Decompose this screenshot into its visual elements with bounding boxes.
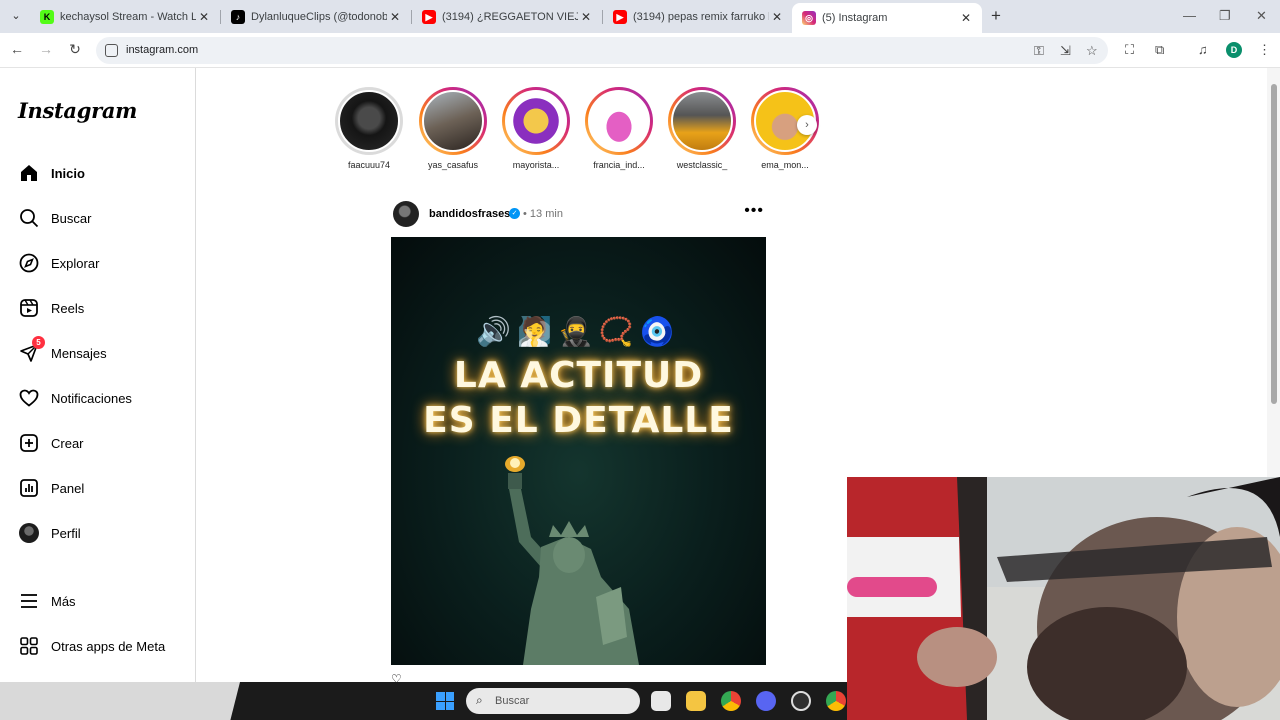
bookmark-star-icon[interactable]: ☆	[1086, 43, 1098, 59]
profile-avatar-icon	[18, 522, 40, 544]
chrome-profile-icon[interactable]	[826, 691, 846, 711]
story-item[interactable]: westclassic_	[667, 87, 737, 170]
post-header: bandidosfrases ✓ • 13 min •••	[393, 200, 766, 228]
tab-close-icon[interactable]: ✕	[387, 10, 403, 24]
search-icon: ⌕	[476, 693, 483, 707]
browser-toolbar: ← → ↻ instagram.com ⚿ ⇲ ☆ ⛶ ⧉ ♫ D ⋮	[0, 33, 1280, 68]
kick-icon: K	[40, 9, 54, 24]
statue-of-liberty-illustration	[505, 456, 639, 665]
url-text[interactable]: instagram.com	[126, 44, 198, 56]
nav-item-mensajes[interactable]: 5 Mensajes	[18, 336, 107, 365]
nav-item-inicio[interactable]: Inicio	[18, 161, 85, 185]
taskbar-search-box[interactable]: ⌕ Buscar	[466, 688, 640, 714]
meta-apps-icon	[18, 635, 40, 657]
messages-icon: 5	[18, 336, 45, 364]
browser-tab-kick[interactable]: K kechaysol Stream - Watch Live ✕	[30, 0, 220, 33]
obs-icon[interactable]	[791, 691, 811, 711]
forward-icon[interactable]: →	[37, 41, 55, 57]
nav-item-otras-apps-meta[interactable]: Otras apps de Meta	[18, 634, 165, 658]
post-options-icon[interactable]: •••	[744, 202, 764, 220]
file-explorer-icon[interactable]	[686, 691, 706, 711]
extensions-icon[interactable]: ⧉	[1155, 42, 1164, 58]
stories-next-chevron-icon[interactable]: ›	[797, 115, 817, 135]
story-item[interactable]: yas_casafus	[418, 87, 488, 170]
address-bar[interactable]: instagram.com ⚿ ⇲ ☆	[96, 37, 1108, 64]
story-item[interactable]: faacuuu74	[334, 87, 404, 170]
new-tab-button[interactable]: +	[986, 6, 1006, 26]
nav-item-buscar[interactable]: Buscar	[18, 206, 91, 230]
story-avatar	[588, 90, 650, 152]
nav-item-perfil[interactable]: Perfil	[18, 521, 81, 545]
media-controls-icon[interactable]: ♫	[1198, 42, 1208, 57]
chrome-icon[interactable]	[721, 691, 741, 711]
tiktok-icon: ♪	[231, 9, 245, 24]
nav-item-crear[interactable]: Crear	[18, 431, 84, 455]
reels-icon	[18, 297, 40, 319]
youtube-icon: ▶	[422, 9, 436, 24]
story-item[interactable]: mayorista...	[501, 87, 571, 170]
tab-search-chevron-icon[interactable]: ⌄	[6, 6, 26, 26]
youtube-icon: ▶	[613, 9, 627, 24]
story-ring	[668, 87, 736, 155]
instagram-sidebar: Instagram Inicio Buscar Explorar Reels 5…	[0, 68, 196, 682]
task-view-icon[interactable]	[651, 691, 671, 711]
nav-item-explorar[interactable]: Explorar	[18, 251, 99, 275]
install-app-icon[interactable]: ⇲	[1060, 43, 1071, 59]
restore-icon[interactable]: ❐	[1219, 8, 1231, 24]
tab-close-icon[interactable]: ✕	[578, 10, 594, 24]
browser-tab-tiktok[interactable]: ♪ DylanluqueClips (@todonob74 ✕	[221, 0, 411, 33]
instagram-icon: ◎	[802, 11, 816, 25]
story-ring	[419, 87, 487, 155]
post-time[interactable]: • 13 min	[523, 208, 563, 220]
reload-icon[interactable]: ↻	[66, 41, 84, 58]
post-username[interactable]: bandidosfrases	[429, 208, 510, 220]
story-avatar	[671, 90, 733, 152]
story-avatar	[422, 90, 484, 152]
compass-icon	[18, 252, 40, 274]
search-icon	[18, 207, 40, 229]
verified-badge-icon: ✓	[509, 208, 520, 219]
chrome-menu-icon[interactable]: ⋮	[1258, 42, 1271, 58]
nav-item-reels[interactable]: Reels	[18, 296, 84, 320]
story-ring	[335, 87, 403, 155]
story-avatar	[505, 90, 567, 152]
chart-icon	[18, 477, 40, 499]
tab-close-icon[interactable]: ✕	[958, 11, 974, 25]
story-item[interactable]: francia_ind...	[584, 87, 654, 170]
nav-item-panel[interactable]: Panel	[18, 476, 84, 500]
webcam-feed-image	[847, 477, 1280, 720]
webcam-overlay	[847, 477, 1280, 720]
instagram-logo[interactable]: Instagram	[18, 98, 137, 123]
post-author-avatar[interactable]	[393, 201, 419, 227]
nav-item-mas[interactable]: Más	[18, 589, 76, 613]
screenshot-icon[interactable]: ⛶	[1125, 42, 1134, 58]
site-info-icon[interactable]	[105, 44, 118, 57]
window-close-icon[interactable]: ✕	[1256, 8, 1267, 24]
password-key-icon[interactable]: ⚿	[1034, 43, 1044, 59]
profile-avatar[interactable]: D	[1226, 42, 1242, 58]
menu-icon	[18, 590, 40, 612]
discord-icon[interactable]	[756, 691, 776, 711]
tab-close-icon[interactable]: ✕	[769, 10, 785, 24]
unread-messages-badge: 5	[32, 336, 45, 349]
scrollbar-thumb[interactable]	[1271, 84, 1277, 404]
heart-icon	[18, 387, 40, 409]
windows-start-icon[interactable]	[436, 692, 454, 710]
browser-tab-youtube-1[interactable]: ▶ (3194) ¿REGGAETON VIEJO O N ✕	[412, 0, 602, 33]
plus-square-icon	[18, 432, 40, 454]
browser-tab-instagram[interactable]: ◎ (5) Instagram ✕	[792, 3, 982, 33]
story-ring	[585, 87, 653, 155]
browser-tab-youtube-2[interactable]: ▶ (3194) pepas remix farruko bad ✕	[603, 0, 793, 33]
post-image[interactable]: 🔊🧖🥷📿🧿 LA ACTITUD ES EL DETALLE	[391, 237, 766, 665]
back-icon[interactable]: ←	[8, 41, 26, 57]
tab-close-icon[interactable]: ✕	[196, 10, 212, 24]
taskbar-overlay-strip	[0, 682, 240, 720]
browser-tab-strip: ⌄ K kechaysol Stream - Watch Live ✕ ♪ Dy…	[0, 0, 1280, 33]
home-icon	[18, 162, 40, 184]
nav-item-notificaciones[interactable]: Notificaciones	[18, 386, 132, 410]
minimize-icon[interactable]: —	[1183, 8, 1196, 23]
story-avatar	[338, 90, 400, 152]
story-ring	[502, 87, 570, 155]
windows-taskbar: ⌕ Buscar	[0, 682, 847, 720]
